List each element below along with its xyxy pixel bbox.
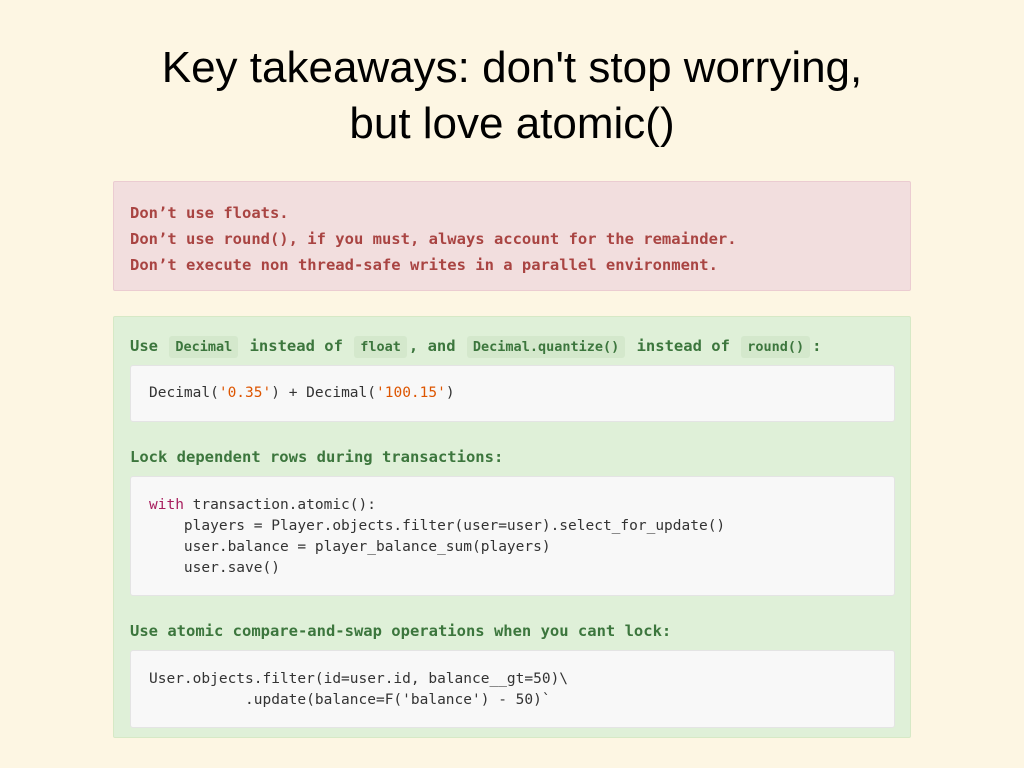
inline-code-decimal: Decimal (169, 336, 239, 358)
tip-lock-heading: Lock dependent rows during transactions: (130, 448, 504, 466)
slide-title-line-1: Key takeaways: don't stop worrying, (161, 43, 863, 92)
code-text: transaction.atomic(): (183, 497, 376, 513)
code-line: .update(balance=F('balance') - 50)` (149, 692, 551, 708)
inline-code-quantize: Decimal.quantize() (466, 336, 626, 358)
code-line: user.save() (149, 560, 280, 576)
tip-and-text: , and (408, 337, 456, 355)
code-line: with transaction.atomic(): (149, 495, 876, 516)
tip-decimal-heading: Use Decimal instead of float, and Decima… (130, 333, 894, 359)
tip-instead-of-text: instead of (249, 337, 343, 355)
code-line: players = Player.objects.filter(user=use… (149, 518, 726, 534)
tip-instead-of-text-2: instead of (636, 337, 730, 355)
code-block-transaction: with transaction.atomic(): players = Pla… (130, 476, 895, 596)
warning-box: Don’t use floats. Don’t use round(), if … (113, 181, 911, 291)
tips-box: Use Decimal instead of float, and Decima… (113, 316, 911, 738)
code-text: ) + Decimal( (271, 385, 376, 401)
inline-code-round: round() (741, 336, 811, 358)
code-block-cas: User.objects.filter(id=user.id, balance_… (130, 650, 895, 728)
slide-title: Key takeaways: don't stop worrying, but … (0, 40, 1024, 152)
warning-no-round: Don’t use round(), if you must, always a… (130, 230, 737, 248)
tip-cas-heading: Use atomic compare-and-swap operations w… (130, 622, 672, 640)
slide-title-line-2: but love atomic() (349, 99, 675, 148)
inline-code-float: float (354, 336, 407, 358)
code-string: '0.35' (218, 385, 272, 401)
code-line: User.objects.filter(id=user.id, balance_… (149, 671, 569, 687)
code-text: ) (445, 385, 455, 401)
code-text: Decimal( (149, 385, 219, 401)
tip-use-text: Use (130, 337, 158, 355)
warning-thread-safe: Don’t execute non thread-safe writes in … (130, 256, 718, 274)
tip-colon: : (812, 337, 822, 355)
warning-no-floats: Don’t use floats. (130, 204, 289, 222)
code-block-decimal: Decimal('0.35') + Decimal('100.15') (130, 365, 895, 422)
code-keyword: with (149, 497, 184, 513)
code-line: Decimal('0.35') + Decimal('100.15') (149, 383, 876, 404)
code-string: '100.15' (376, 385, 446, 401)
code-line: user.balance = player_balance_sum(player… (149, 539, 551, 555)
